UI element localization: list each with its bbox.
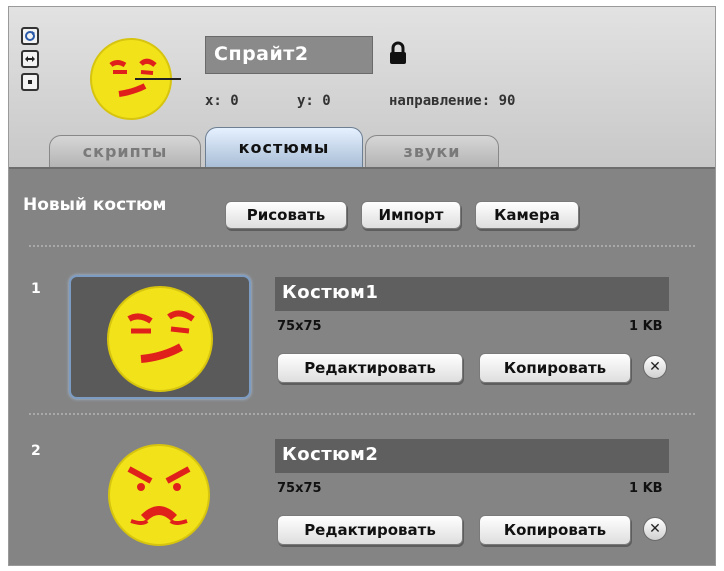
camera-button[interactable]: Камера xyxy=(475,201,579,229)
costume2-face[interactable] xyxy=(101,435,221,555)
lock-icon[interactable] xyxy=(389,41,407,65)
paint-button[interactable]: Рисовать xyxy=(225,201,347,229)
sprite-editor: Спрайт2 x: 0 y: 0 направление: 90 скрипт… xyxy=(8,6,716,566)
sprite-thumbnail xyxy=(90,38,181,120)
x-coordinate: x: 0 xyxy=(205,93,239,109)
import-button[interactable]: Импорт xyxy=(361,201,461,229)
costume-name-field[interactable]: Костюм1 xyxy=(275,277,669,311)
rotate-icon[interactable] xyxy=(21,27,39,45)
sprite-name-input[interactable]: Спрайт2 xyxy=(205,36,373,74)
no-rotate-icon[interactable] xyxy=(21,73,39,91)
y-coordinate: y: 0 xyxy=(297,93,331,109)
tab-costumes[interactable]: костюмы xyxy=(205,127,363,167)
costumes-panel: Новый костюм Рисовать Импорт Камера 1 Ко… xyxy=(9,167,715,566)
delete-icon[interactable]: ✕ xyxy=(643,355,667,379)
costume-index: 1 xyxy=(31,281,41,297)
delete-icon[interactable]: ✕ xyxy=(643,517,667,541)
copy-button[interactable]: Копировать xyxy=(479,515,631,545)
new-costume-label: Новый костюм xyxy=(23,195,167,215)
separator xyxy=(29,245,695,247)
direction-readout: направление: 90 xyxy=(389,93,516,109)
costume-thumbnail-selected[interactable] xyxy=(69,275,251,399)
costume-filesize: 1 KB xyxy=(629,481,663,496)
costume-name-field[interactable]: Костюм2 xyxy=(275,439,669,473)
costume1-face xyxy=(107,286,213,392)
costume-filesize: 1 KB xyxy=(629,319,663,334)
costume-dimensions: 75x75 xyxy=(277,481,322,496)
costume-dimensions: 75x75 xyxy=(277,319,322,334)
sprite-header: Спрайт2 x: 0 y: 0 направление: 90 скрипт… xyxy=(9,7,715,167)
costume-index: 2 xyxy=(31,443,41,459)
edit-button[interactable]: Редактировать xyxy=(277,515,463,545)
tab-scripts[interactable]: скрипты xyxy=(49,135,201,167)
separator xyxy=(29,413,695,415)
copy-button[interactable]: Копировать xyxy=(479,353,631,383)
edit-button[interactable]: Редактировать xyxy=(277,353,463,383)
rotation-style-buttons xyxy=(21,27,43,96)
flip-icon[interactable] xyxy=(21,50,39,68)
tab-sounds[interactable]: звуки xyxy=(365,135,499,167)
separator xyxy=(29,565,695,566)
